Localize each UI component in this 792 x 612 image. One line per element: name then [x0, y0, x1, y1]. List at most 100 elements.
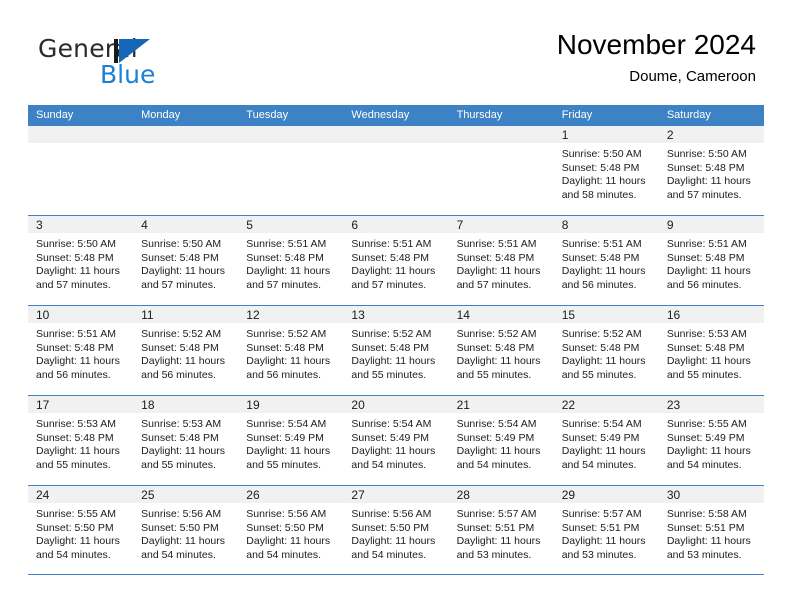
calendar-weeks: 1 Sunrise: 5:50 AM Sunset: 5:48 PM Daylight…	[28, 125, 764, 575]
day-detail: Sunrise: 5:54 AM Sunset: 5:49 PM Daylight:…	[238, 414, 343, 472]
calendar-day-cell[interactable]: 15 Sunrise: 5:52 AM Sunset: 5:48 PM Dayligh…	[553, 306, 659, 395]
daylight-text-line2: and 57 minutes.	[456, 278, 532, 291]
calendar-day-cell[interactable]: 6 Sunrise: 5:51 AM Sunset: 5:48 PM Daylight…	[343, 216, 449, 305]
calendar-day-cell-empty	[448, 126, 554, 215]
calendar-day-cell[interactable]: 17 Sunrise: 5:53 AM Sunset: 5:48 PM Dayligh…	[28, 396, 134, 485]
daylight-text-line2: and 54 minutes.	[666, 458, 742, 471]
sunset-text: Sunset: 5:48 PM	[666, 161, 745, 174]
daylight-text-line2: and 53 minutes.	[561, 548, 637, 561]
calendar-day-cell[interactable]: 18 Sunrise: 5:53 AM Sunset: 5:48 PM Dayligh…	[133, 396, 239, 485]
day-number-band: 7	[448, 216, 554, 234]
daylight-text-line2: and 55 minutes.	[351, 368, 427, 381]
day-detail: Sunrise: 5:57 AM Sunset: 5:51 PM Daylight:…	[449, 504, 554, 562]
sunset-text: Sunset: 5:48 PM	[666, 251, 745, 264]
sunset-text: Sunset: 5:50 PM	[246, 521, 324, 534]
daylight-text-line1: Daylight: 11 hours	[666, 265, 751, 277]
calendar-day-cell[interactable]: 30 Sunrise: 5:58 AM Sunset: 5:51 PM Dayligh…	[658, 486, 764, 574]
brand-logo[interactable]: General Blue	[38, 34, 258, 90]
sunset-text: Sunset: 5:49 PM	[561, 431, 640, 444]
sunrise-text: Sunrise: 5:50 AM	[36, 238, 116, 250]
calendar-day-cell[interactable]: 4 Sunrise: 5:50 AM Sunset: 5:48 PM Daylight…	[133, 216, 239, 305]
sunrise-text: Sunrise: 5:53 AM	[36, 418, 116, 430]
day-detail: Sunrise: 5:55 AM Sunset: 5:49 PM Daylight:…	[659, 414, 764, 472]
calendar-day-cell[interactable]: 21 Sunrise: 5:54 AM Sunset: 5:49 PM Dayligh…	[448, 396, 554, 485]
day-number-band: 10	[28, 306, 134, 324]
day-detail: Sunrise: 5:50 AM Sunset: 5:48 PM Daylight:…	[28, 234, 133, 292]
day-number: 30	[666, 488, 681, 502]
sunset-text: Sunset: 5:48 PM	[456, 341, 535, 354]
day-number: 21	[456, 398, 470, 412]
calendar-day-cell[interactable]: 20 Sunrise: 5:54 AM Sunset: 5:49 PM Dayligh…	[343, 396, 449, 485]
sunset-text: Sunset: 5:49 PM	[351, 431, 430, 444]
calendar-day-cell[interactable]: 23 Sunrise: 5:55 AM Sunset: 5:49 PM Dayligh…	[658, 396, 764, 485]
daylight-text-line1: Daylight: 11 hours	[561, 535, 646, 547]
calendar-day-cell[interactable]: 26 Sunrise: 5:56 AM Sunset: 5:50 PM Dayligh…	[238, 486, 344, 574]
daylight-text-line2: and 54 minutes.	[246, 548, 321, 561]
daylight-text-line2: and 56 minutes.	[561, 278, 637, 291]
calendar-day-cell[interactable]: 14 Sunrise: 5:52 AM Sunset: 5:48 PM Dayligh…	[448, 306, 554, 395]
sunset-text: Sunset: 5:49 PM	[456, 431, 535, 444]
calendar-day-cell[interactable]: 27 Sunrise: 5:56 AM Sunset: 5:50 PM Dayligh…	[343, 486, 449, 574]
daylight-text-line1: Daylight: 11 hours	[351, 445, 436, 457]
calendar-day-cell[interactable]: 10 Sunrise: 5:51 AM Sunset: 5:48 PM Dayligh…	[28, 306, 134, 395]
sunrise-text: Sunrise: 5:52 AM	[246, 328, 327, 340]
day-detail: Sunrise: 5:52 AM Sunset: 5:48 PM Daylight:…	[133, 324, 238, 382]
calendar-day-cell[interactable]: 2 Sunrise: 5:50 AM Sunset: 5:48 PM Daylight…	[658, 126, 764, 215]
page-header: General Blue November 2024 Doume, Camero…	[28, 28, 764, 98]
day-detail: Sunrise: 5:50 AM Sunset: 5:48 PM Daylight:…	[659, 144, 764, 202]
calendar-day-cell[interactable]: 25 Sunrise: 5:56 AM Sunset: 5:50 PM Dayligh…	[133, 486, 239, 574]
calendar-day-cell[interactable]: 19 Sunrise: 5:54 AM Sunset: 5:49 PM Dayligh…	[238, 396, 344, 485]
sunrise-text: Sunrise: 5:57 AM	[456, 508, 537, 520]
day-detail: Sunrise: 5:52 AM Sunset: 5:48 PM Daylight:…	[554, 324, 659, 382]
calendar-day-cell[interactable]: 13 Sunrise: 5:52 AM Sunset: 5:48 PM Dayligh…	[343, 306, 449, 395]
daylight-text-line1: Daylight: 11 hours	[666, 535, 751, 547]
calendar-day-cell[interactable]: 8 Sunrise: 5:51 AM Sunset: 5:48 PM Daylight…	[553, 216, 659, 305]
calendar-day-cell[interactable]: 28 Sunrise: 5:57 AM Sunset: 5:51 PM Dayligh…	[448, 486, 554, 574]
daylight-text-line1: Daylight: 11 hours	[36, 355, 120, 367]
day-detail: Sunrise: 5:51 AM Sunset: 5:48 PM Daylight:…	[238, 234, 343, 292]
sunset-text: Sunset: 5:48 PM	[36, 341, 114, 354]
daylight-text-line1: Daylight: 11 hours	[666, 175, 751, 187]
calendar-day-cell-empty	[343, 126, 449, 215]
sunrise-text: Sunrise: 5:52 AM	[351, 328, 432, 340]
calendar-day-cell[interactable]: 29 Sunrise: 5:57 AM Sunset: 5:51 PM Dayligh…	[553, 486, 659, 574]
sunrise-text: Sunrise: 5:51 AM	[456, 238, 537, 250]
day-number-band: 23	[658, 396, 764, 414]
calendar-day-cell[interactable]: 11 Sunrise: 5:52 AM Sunset: 5:48 PM Dayligh…	[133, 306, 239, 395]
sunrise-text: Sunrise: 5:57 AM	[561, 508, 642, 520]
sunrise-text: Sunrise: 5:52 AM	[141, 328, 222, 340]
day-number: 8	[561, 218, 569, 232]
calendar-day-cell-empty	[133, 126, 239, 215]
calendar-day-cell[interactable]: 9 Sunrise: 5:51 AM Sunset: 5:48 PM Daylight…	[658, 216, 764, 305]
calendar-day-cell[interactable]: 22 Sunrise: 5:54 AM Sunset: 5:49 PM Dayligh…	[553, 396, 659, 485]
weekday-header-sunday: Sunday	[36, 109, 74, 121]
page-title: November 2024	[556, 29, 756, 60]
daylight-text-line2: and 54 minutes.	[456, 458, 532, 471]
weekday-header-monday: Monday	[141, 109, 181, 121]
sunset-text: Sunset: 5:50 PM	[36, 521, 114, 534]
daylight-text-line2: and 57 minutes.	[36, 278, 111, 291]
calendar-day-cell[interactable]: 24 Sunrise: 5:55 AM Sunset: 5:50 PM Dayligh…	[28, 486, 134, 574]
calendar-day-cell[interactable]: 3 Sunrise: 5:50 AM Sunset: 5:48 PM Daylight…	[28, 216, 134, 305]
sunrise-text: Sunrise: 5:54 AM	[351, 418, 432, 430]
day-number-band: 22	[553, 396, 659, 414]
day-number-band: 15	[553, 306, 659, 324]
day-detail: Sunrise: 5:54 AM Sunset: 5:49 PM Daylight:…	[554, 414, 659, 472]
sunrise-text: Sunrise: 5:50 AM	[141, 238, 222, 250]
day-number-band: 24	[28, 486, 134, 504]
day-number: 28	[456, 488, 470, 502]
day-number-band: 25	[133, 486, 239, 504]
weekday-header-friday: Friday	[561, 109, 593, 121]
day-number-band: 27	[343, 486, 449, 504]
daylight-text-line1: Daylight: 11 hours	[351, 535, 436, 547]
sunset-text: Sunset: 5:48 PM	[141, 251, 219, 264]
calendar-day-cell[interactable]: 1 Sunrise: 5:50 AM Sunset: 5:48 PM Daylight…	[553, 126, 659, 215]
daylight-text-line2: and 58 minutes.	[561, 188, 637, 201]
daylight-text-line1: Daylight: 11 hours	[141, 265, 225, 277]
calendar-day-cell[interactable]: 5 Sunrise: 5:51 AM Sunset: 5:48 PM Daylight…	[238, 216, 344, 305]
day-number: 15	[561, 308, 576, 322]
calendar-day-cell[interactable]: 7 Sunrise: 5:51 AM Sunset: 5:48 PM Daylight…	[448, 216, 554, 305]
calendar-day-cell[interactable]: 16 Sunrise: 5:53 AM Sunset: 5:48 PM Dayligh…	[658, 306, 764, 395]
day-number: 5	[246, 218, 253, 232]
calendar-day-cell[interactable]: 12 Sunrise: 5:52 AM Sunset: 5:48 PM Dayligh…	[238, 306, 344, 395]
